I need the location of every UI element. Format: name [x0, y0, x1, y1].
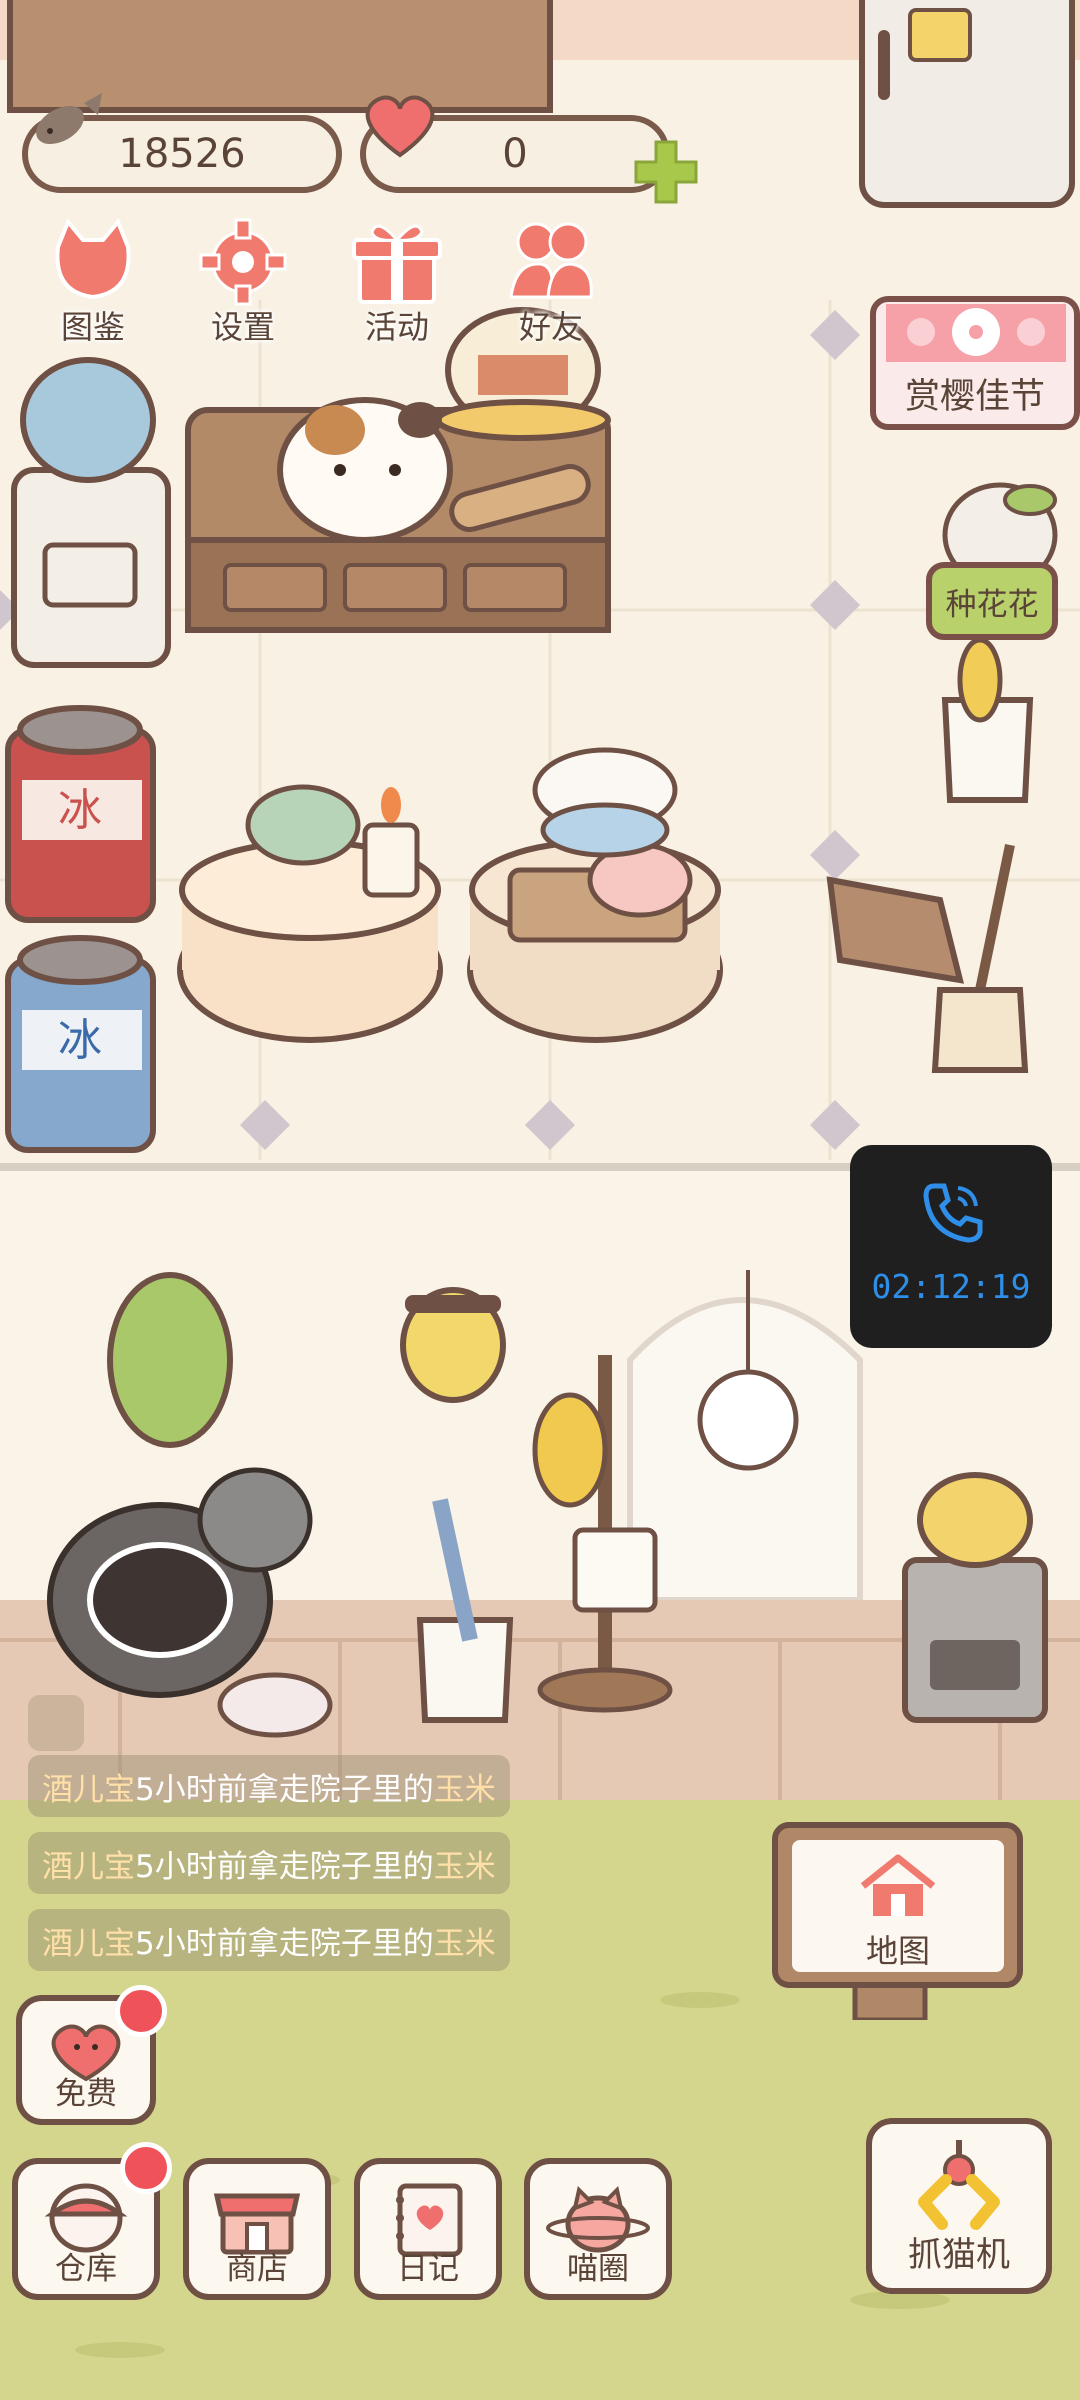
plant-flowers-label: 种花花	[945, 586, 1039, 623]
claw-machine-button[interactable]: 抓猫机	[866, 2118, 1052, 2294]
svg-text:冰: 冰	[58, 785, 102, 836]
menu-friends-button[interactable]: 好友	[486, 212, 616, 346]
menu-handbook-label: 图鉴	[60, 308, 125, 346]
nav-shop-button[interactable]: 商店	[183, 2158, 331, 2300]
phone-icon	[923, 1183, 983, 1243]
feed-text: 5小时前拿走院子里的	[135, 1848, 434, 1885]
svg-text:冰: 冰	[58, 1015, 102, 1066]
house-icon	[860, 1854, 936, 1916]
game-scene: 冰 冰 18526 0 图鉴 设置 活动 好友 赏樱佳节 种花花 02:12:1…	[0, 0, 1080, 2400]
feed-row: 酒儿宝 5小时前拿走院子里的 玉米	[28, 1755, 510, 1817]
feed-item: 玉米	[433, 1925, 496, 1962]
sakura-flower-icon	[886, 304, 1066, 362]
nav-meow-circle-label: 喵圈	[567, 2251, 629, 2287]
map-label: 地图	[865, 1932, 930, 1970]
menu-settings-button[interactable]: 设置	[178, 212, 308, 346]
free-label: 免费	[55, 2076, 117, 2112]
feed-user: 酒儿宝	[42, 1771, 135, 1808]
claw-icon	[918, 2140, 1000, 2230]
menu-handbook-button[interactable]: 图鉴	[28, 212, 158, 346]
map-button[interactable]: 地图	[792, 1840, 1004, 1972]
add-hearts-button[interactable]	[632, 138, 700, 206]
call-timer: 02:12:19	[871, 1267, 1031, 1306]
feed-item: 玉米	[433, 1848, 496, 1885]
feed-item: 玉米	[433, 1771, 496, 1808]
gear-icon	[199, 218, 287, 306]
menu-events-button[interactable]: 活动	[332, 212, 462, 346]
feed-row: 酒儿宝 5小时前拿走院子里的 玉米	[28, 1832, 510, 1894]
sakura-festival-button[interactable]: 赏樱佳节	[870, 296, 1080, 430]
feed-text: 5小时前拿走院子里的	[135, 1771, 434, 1808]
menu-friends-label: 好友	[518, 308, 583, 346]
feed-toggle-button[interactable]	[28, 1695, 84, 1751]
nav-storage-label: 仓库	[55, 2251, 117, 2287]
friends-icon	[509, 222, 593, 299]
nav-diary-button[interactable]: 日记	[354, 2158, 502, 2300]
fish-count: 18526	[118, 131, 246, 177]
gift-icon	[352, 224, 442, 304]
heart-icon	[365, 95, 435, 158]
feed-user: 酒儿宝	[42, 1848, 135, 1885]
notification-badge	[115, 1985, 167, 2037]
nav-meow-circle-button[interactable]: 喵圈	[524, 2158, 672, 2300]
nav-shop-label: 商店	[226, 2251, 288, 2287]
menu-settings-label: 设置	[210, 308, 275, 346]
call-overlay[interactable]: 02:12:19	[850, 1145, 1052, 1348]
claw-machine-label: 抓猫机	[908, 2235, 1010, 2275]
feed-text: 5小时前拿走院子里的	[135, 1925, 434, 1962]
feed-user: 酒儿宝	[42, 1925, 135, 1962]
sakura-festival-label: 赏樱佳节	[904, 377, 1045, 417]
fish-icon	[36, 93, 102, 144]
cat-book-icon	[55, 218, 131, 300]
plant-flowers-button[interactable]: 种花花	[926, 562, 1058, 640]
nav-diary-label: 日记	[397, 2251, 459, 2287]
menu-events-label: 活动	[364, 308, 429, 346]
notification-badge	[120, 2142, 172, 2194]
heart-count: 0	[502, 131, 528, 177]
feed-row: 酒儿宝 5小时前拿走院子里的 玉米	[28, 1909, 510, 1971]
